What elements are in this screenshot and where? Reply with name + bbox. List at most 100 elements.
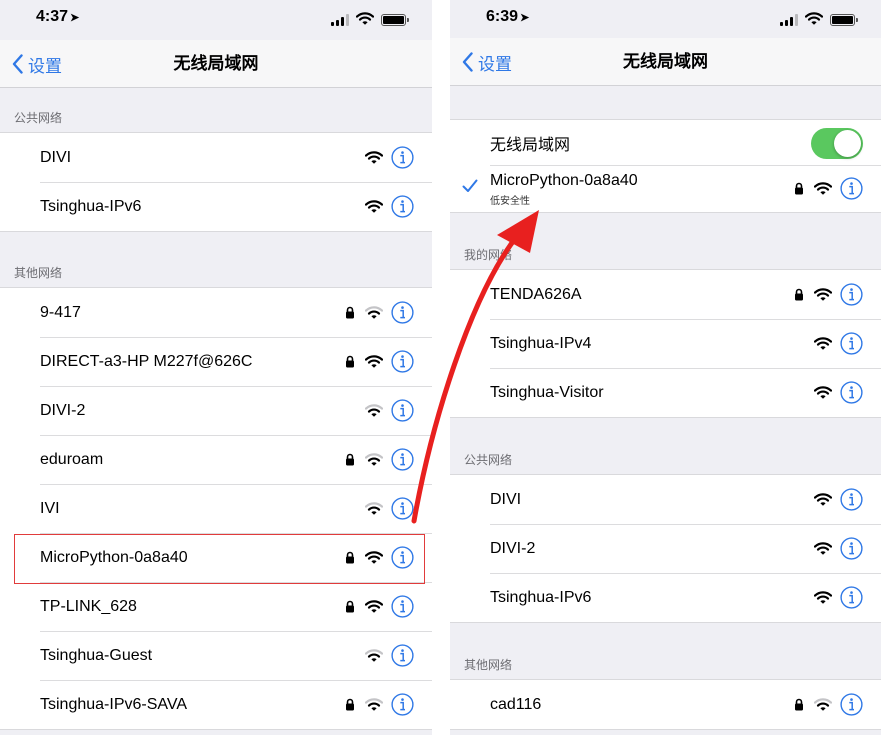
info-icon[interactable] bbox=[391, 497, 414, 520]
network-icons bbox=[343, 631, 414, 680]
network-name: DIVI-2 bbox=[490, 539, 536, 557]
network-row[interactable]: MicroPython-0a8a40 bbox=[0, 533, 432, 582]
wifi-settings-group: 无线局域网 MicroPython-0a8a40 低安全性 bbox=[450, 119, 881, 213]
status-icons bbox=[331, 10, 409, 29]
info-icon[interactable] bbox=[840, 283, 863, 306]
network-row[interactable]: Tsinghua-Guest bbox=[0, 631, 432, 680]
network-icons bbox=[792, 524, 863, 573]
network-name: TENDA626A bbox=[490, 285, 582, 303]
wifi-icon bbox=[814, 182, 832, 195]
wifi-icon bbox=[365, 200, 383, 213]
checkmark-icon bbox=[462, 178, 478, 197]
status-bar: 6:39 ➤ bbox=[450, 0, 881, 36]
info-icon[interactable] bbox=[840, 381, 863, 404]
network-row[interactable]: Tsinghua-IPv6 bbox=[0, 182, 432, 231]
page-title: 无线局域网 bbox=[623, 52, 708, 72]
right-screenshot: 6:39 ➤ 设置 无线局域网 无线局域网 MicroPython-0a8a40 … bbox=[450, 0, 881, 735]
wifi-toggle-row: 无线局域网 bbox=[450, 120, 881, 165]
info-icon[interactable] bbox=[391, 448, 414, 471]
cellular-signal-icon bbox=[331, 13, 349, 26]
section-header-other: 其他网络 bbox=[464, 658, 513, 672]
status-time: 4:37 ➤ bbox=[36, 8, 80, 25]
info-icon[interactable] bbox=[391, 595, 414, 618]
network-name: eduroam bbox=[40, 450, 104, 468]
network-row[interactable]: Tsinghua-IPv6-SAVA bbox=[0, 680, 432, 729]
network-row[interactable]: IVI bbox=[0, 484, 432, 533]
network-icons bbox=[343, 182, 414, 231]
network-icons bbox=[792, 475, 863, 524]
public-networks-list: DIVI Tsinghua-IPv6 bbox=[0, 132, 432, 232]
info-icon[interactable] bbox=[391, 399, 414, 422]
status-bar: 4:37 ➤ bbox=[0, 0, 432, 36]
network-icons bbox=[792, 680, 863, 729]
info-icon[interactable] bbox=[391, 146, 414, 169]
wifi-icon bbox=[365, 355, 383, 368]
info-icon[interactable] bbox=[840, 537, 863, 560]
network-row[interactable]: TP-LINK_628 bbox=[0, 582, 432, 631]
connected-network-name: MicroPython-0a8a40 bbox=[490, 172, 638, 189]
network-row[interactable]: 9-417 bbox=[0, 288, 432, 337]
network-icons bbox=[792, 270, 863, 319]
lock-icon bbox=[343, 600, 357, 613]
panel-divider bbox=[432, 0, 450, 735]
wifi-toggle-switch[interactable] bbox=[811, 128, 863, 159]
info-icon[interactable] bbox=[840, 693, 863, 716]
navigation-bar: 设置 无线局域网 bbox=[450, 38, 881, 86]
network-icons bbox=[792, 368, 863, 417]
status-time: 6:39 ➤ bbox=[486, 8, 530, 25]
network-row[interactable]: eduroam bbox=[0, 435, 432, 484]
wifi-icon bbox=[365, 649, 383, 662]
info-icon[interactable] bbox=[391, 693, 414, 716]
wifi-status-icon bbox=[804, 10, 824, 29]
network-row[interactable]: DIVI bbox=[0, 133, 432, 182]
network-row[interactable]: TENDA626A bbox=[450, 270, 881, 319]
info-icon[interactable] bbox=[391, 350, 414, 373]
network-row[interactable]: DIRECT-a3-HP M227f@626C bbox=[0, 337, 432, 386]
network-row[interactable]: cad116 bbox=[450, 680, 881, 729]
wifi-icon bbox=[814, 386, 832, 399]
info-icon[interactable] bbox=[840, 488, 863, 511]
section-header-public: 公共网络 bbox=[14, 111, 63, 125]
wifi-icon bbox=[814, 698, 832, 711]
lock-icon bbox=[343, 355, 357, 368]
network-row[interactable]: Tsinghua-Visitor bbox=[450, 368, 881, 417]
other-networks-list: cad116 bbox=[450, 679, 881, 730]
wifi-status-icon bbox=[355, 10, 375, 29]
network-icons bbox=[792, 573, 863, 622]
network-name: IVI bbox=[40, 499, 60, 517]
network-icons bbox=[343, 582, 414, 631]
network-icons bbox=[343, 680, 414, 729]
network-icons bbox=[343, 533, 414, 582]
info-icon[interactable] bbox=[840, 332, 863, 355]
network-name: MicroPython-0a8a40 bbox=[40, 548, 188, 566]
info-icon[interactable] bbox=[840, 586, 863, 609]
page-title: 无线局域网 bbox=[173, 54, 259, 74]
network-name: 9-417 bbox=[40, 303, 81, 321]
network-name: DIVI bbox=[490, 490, 522, 508]
wifi-icon bbox=[814, 542, 832, 555]
info-icon[interactable] bbox=[840, 177, 863, 200]
network-row[interactable]: DIVI-2 bbox=[0, 386, 432, 435]
network-icons bbox=[343, 435, 414, 484]
battery-icon bbox=[381, 13, 409, 26]
section-header-other: 其他网络 bbox=[14, 266, 63, 280]
network-icons bbox=[792, 165, 863, 212]
network-row[interactable]: Tsinghua-IPv6 bbox=[450, 573, 881, 622]
info-icon[interactable] bbox=[391, 195, 414, 218]
network-row[interactable]: Tsinghua-IPv4 bbox=[450, 319, 881, 368]
info-icon[interactable] bbox=[391, 301, 414, 324]
info-icon[interactable] bbox=[391, 644, 414, 667]
network-row[interactable]: DIVI bbox=[450, 475, 881, 524]
network-name: DIVI bbox=[40, 148, 72, 166]
network-icons bbox=[343, 386, 414, 435]
network-row[interactable]: DIVI-2 bbox=[450, 524, 881, 573]
connected-network-row[interactable]: MicroPython-0a8a40 低安全性 bbox=[450, 165, 881, 212]
security-warning-label: 低安全性 bbox=[490, 196, 530, 207]
battery-icon bbox=[830, 13, 858, 26]
info-icon[interactable] bbox=[391, 546, 414, 569]
location-arrow-icon: ➤ bbox=[70, 12, 80, 24]
left-screenshot: 4:37 ➤ 设置 无线局域网 公共网络 DIVI Tsinghua-IPv6 其… bbox=[0, 0, 432, 735]
wifi-icon bbox=[365, 453, 383, 466]
network-icons bbox=[343, 484, 414, 533]
network-name: TP-LINK_628 bbox=[40, 597, 137, 615]
